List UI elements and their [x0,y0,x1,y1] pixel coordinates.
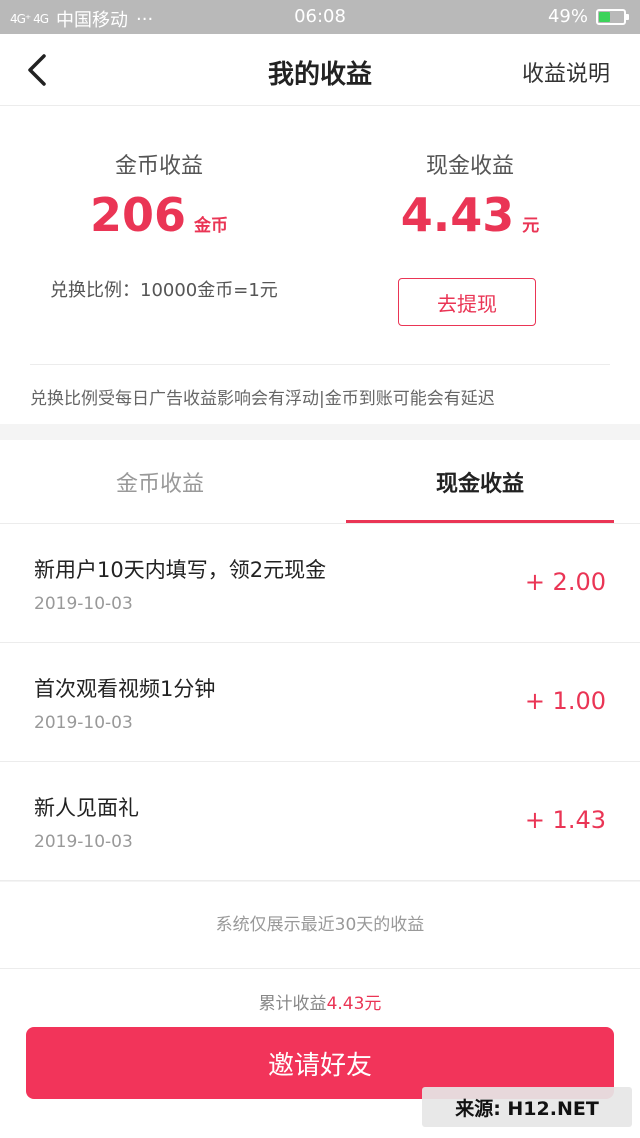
total-earnings: 累计收益4.43元 [0,989,640,1014]
record-date: 2019-10-03 [34,594,133,614]
tab-cash-earnings[interactable]: 现金收益 [320,466,640,498]
coin-earnings-amount: 206 金币 [14,188,304,242]
cash-earnings-value: 4.43 [400,188,515,242]
history-footnote: 系统仅展示最近30天的收益 [0,882,640,968]
total-earnings-value: 4.43元 [326,994,382,1014]
cash-earnings-label: 现金收益 [425,154,514,179]
battery-percent: 49% [547,6,588,27]
record-date: 2019-10-03 [34,832,133,852]
tab-coin-earnings[interactable]: 金币收益 [0,466,320,498]
coin-earnings-unit: 金币 [194,216,229,236]
earnings-tabs: 金币收益 现金收益 [0,440,640,524]
exchange-ratio: 兑换比例：10000金币=1元 [50,280,278,301]
total-earnings-label: 累计收益 [258,994,327,1014]
coin-earnings: 金币收益 206 金币 [14,148,304,242]
exchange-notice: 兑换比例受每日广告收益影响会有浮动|金币到账可能会有延迟 [30,389,495,409]
cash-earnings-unit: 元 [522,216,540,236]
record-amount: + 1.43 [524,806,606,834]
status-bar: 4G⁺ 4G 中国移动 ··· 06:08 49% [0,0,640,34]
record-date: 2019-10-03 [34,713,133,733]
cash-earnings-amount: 4.43 元 [320,188,620,242]
earnings-list: 新用户10天内填写，领2元现金 2019-10-03 + 2.00 首次观看视频… [0,524,640,881]
record-title: 首次观看视频1分钟 [34,677,216,701]
record-title: 新人见面礼 [34,796,139,820]
status-time: 06:08 [294,6,346,27]
record-amount: + 1.00 [524,687,606,715]
divider [30,364,610,365]
coin-earnings-value: 206 [89,188,187,242]
earnings-help-link[interactable]: 收益说明 [522,56,610,88]
bottom-bar: 累计收益4.43元 邀请好友 来源: H12.NET [0,968,640,1138]
status-right: 49% [547,6,629,27]
battery-icon [596,8,629,25]
withdraw-button[interactable]: 去提现 [398,278,536,326]
coin-earnings-label: 金币收益 [114,154,203,179]
nav-bar: 我的收益 收益说明 [0,34,640,106]
record-amount: + 2.00 [524,568,606,596]
source-watermark: 来源: H12.NET [422,1087,632,1127]
active-tab-indicator [346,520,614,523]
record-title: 新用户10天内填写，领2元现金 [34,558,327,582]
list-item: 首次观看视频1分钟 2019-10-03 + 1.00 [0,643,640,762]
cash-earnings: 现金收益 4.43 元 [320,148,620,242]
battery-fill [599,11,610,22]
list-item: 新人见面礼 2019-10-03 + 1.43 [0,762,640,881]
earnings-summary: 金币收益 206 金币 现金收益 4.43 元 兑换比例：10000金币=1元 去提… [0,106,640,424]
list-item: 新用户10天内填写，领2元现金 2019-10-03 + 2.00 [0,524,640,643]
